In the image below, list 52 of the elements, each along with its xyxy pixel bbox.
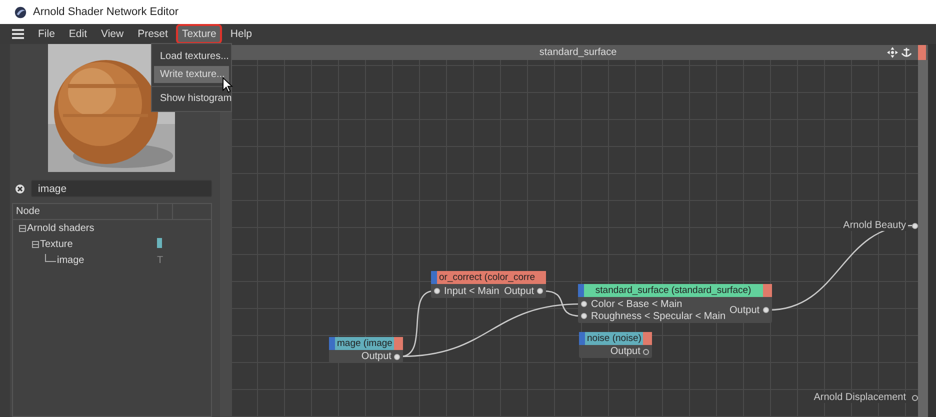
menu-option[interactable]: Load textures...	[154, 48, 229, 65]
port-icon[interactable]	[581, 301, 587, 307]
port-label: Output	[730, 304, 760, 316]
shader-node[interactable]: standard_surface (standard_surface) Color < Base < Main Roughness < Specular < Main Output	[578, 284, 772, 323]
node-title: mage (image	[329, 337, 404, 350]
port-label: Roughness < Specular < Main	[591, 310, 726, 322]
node-title: noise (noise)	[579, 332, 652, 345]
menu-item[interactable]: Texture	[176, 24, 222, 44]
menu-item[interactable]: Preset	[132, 24, 174, 44]
tree-item[interactable]: image	[57, 254, 157, 266]
menu-item[interactable]: Help	[224, 24, 258, 44]
port-label: Color < Base < Main	[591, 298, 682, 310]
output-label: Arnold Beauty	[841, 220, 908, 231]
branch-line	[45, 254, 56, 262]
port-label: Output	[361, 351, 392, 362]
output-label: Arnold Displacement	[812, 392, 908, 403]
menu-option[interactable]: Show histogram	[154, 90, 229, 107]
tree-item[interactable]: Texture	[40, 238, 157, 250]
move-icon[interactable]	[887, 47, 898, 58]
type-label: T	[157, 254, 164, 266]
port-icon[interactable]	[537, 288, 544, 294]
menu-item[interactable]: View	[95, 24, 130, 44]
expand-icon[interactable]	[19, 224, 26, 232]
shader-node[interactable]: mage (image Output	[329, 337, 404, 363]
port-icon[interactable]	[643, 348, 650, 354]
port-icon[interactable]	[762, 307, 769, 313]
node-title: or_correct (color_corre	[431, 271, 546, 284]
shader-node[interactable]: noise (noise) Output	[579, 332, 652, 358]
port-label: Output	[504, 286, 534, 296]
window-title: Arnold Shader Network Editor	[33, 6, 179, 18]
menu-option[interactable]: Write texture...	[154, 66, 229, 83]
port-icon[interactable]	[394, 354, 400, 360]
column-header[interactable]: Node	[16, 206, 157, 217]
node-title: standard_surface (standard_surface)	[578, 284, 772, 297]
port-label: Input < Main	[444, 286, 500, 296]
clear-icon[interactable]	[15, 184, 25, 194]
port-icon[interactable]	[434, 288, 440, 294]
menu-item[interactable]: Edit	[62, 24, 94, 44]
port-icon[interactable]	[581, 313, 587, 319]
scrollbar[interactable]	[918, 60, 928, 417]
shader-node[interactable]: or_correct (color_corre Input < Main Output	[431, 271, 546, 298]
search-field[interactable]: image	[31, 180, 212, 197]
cursor-icon	[222, 77, 233, 93]
expand-icon[interactable]	[32, 240, 39, 248]
app-logo-icon	[14, 6, 27, 18]
tree-item[interactable]: Arnold shaders	[27, 222, 157, 234]
canvas-title: standard_surface	[538, 47, 618, 58]
menu-item[interactable]: File	[32, 24, 61, 44]
menu-icon[interactable]	[12, 29, 24, 39]
port-label: Output	[610, 346, 640, 357]
port-icon[interactable]	[912, 222, 918, 228]
anchor-icon[interactable]	[901, 47, 912, 58]
